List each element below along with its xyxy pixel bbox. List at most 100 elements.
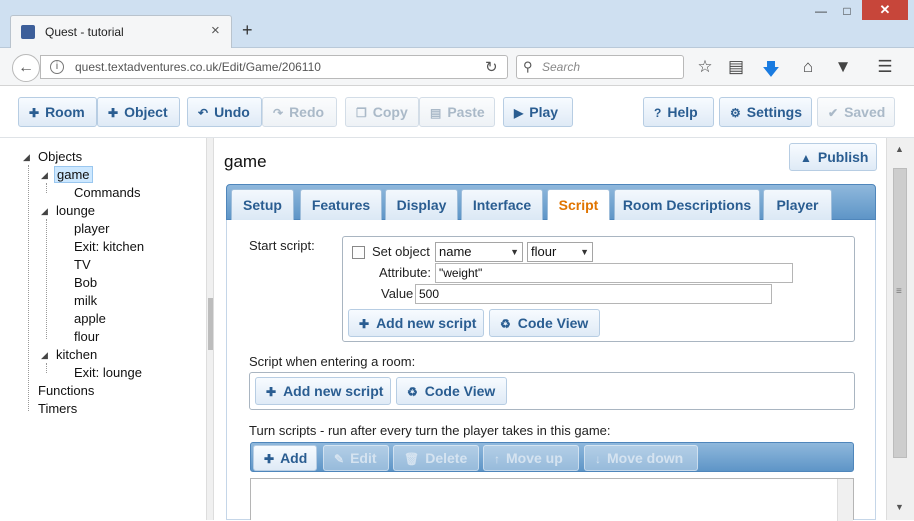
minimize-icon[interactable]: — (808, 2, 834, 20)
redo-icon: ↷ (273, 106, 284, 120)
tab-bar: Setup Features Display Interface Script … (226, 184, 876, 221)
url-bar[interactable]: i quest.textadventures.co.uk/Edit/Game/2… (40, 55, 508, 79)
tree-item-kitchen[interactable]: kitchen (56, 347, 97, 362)
tree-item-exit-lounge[interactable]: Exit: lounge (74, 365, 142, 380)
settings-button[interactable]: ⚙ Settings (719, 97, 812, 127)
tree-item-game[interactable]: game (54, 166, 93, 183)
search-input[interactable]: ⚲ Search (516, 55, 684, 79)
object-attribute-select[interactable]: name ▼ (435, 242, 523, 262)
turn-scripts-list[interactable] (250, 478, 854, 521)
turn-edit-button[interactable]: ✎ Edit (323, 445, 389, 471)
tab-room-descriptions[interactable]: Room Descriptions (614, 189, 760, 220)
help-icon: ? (654, 106, 662, 120)
saved-button[interactable]: ✔ Saved (817, 97, 895, 127)
value-field[interactable]: 500 (415, 284, 772, 304)
paste-button[interactable]: ▤ Paste (419, 97, 495, 127)
code-view-label: Code View (517, 315, 589, 331)
publish-button[interactable]: ▲ Publish (789, 143, 877, 171)
collapse-icon[interactable]: ◢ (41, 206, 48, 217)
tab-display[interactable]: Display (385, 189, 458, 220)
download-icon[interactable]: 🡇 (760, 57, 782, 86)
turn-add-button[interactable]: ✚ Add (253, 445, 317, 471)
home-icon[interactable]: ⌂ (797, 57, 819, 77)
pencil-icon: ✎ (334, 452, 345, 466)
tree-item-tv[interactable]: TV (74, 257, 91, 272)
search-icon: ⚲ (523, 59, 533, 74)
bookmark-star-icon[interactable]: ☆ (694, 57, 716, 77)
plus-icon: ✚ (266, 385, 277, 399)
tree-item-objects[interactable]: Objects (38, 149, 82, 164)
page-scrollbar[interactable]: ▲ ≡ ▼ (886, 138, 914, 520)
tree-item-functions[interactable]: Functions (38, 383, 94, 398)
info-icon[interactable]: i (50, 60, 64, 74)
undo-button[interactable]: ↶ Undo (187, 97, 262, 127)
scroll-up-icon[interactable]: ▲ (895, 144, 904, 154)
menu-icon[interactable]: ☰ (874, 57, 896, 77)
tab-title: Quest - tutorial (45, 25, 124, 39)
reload-icon[interactable]: ↻ (485, 58, 498, 76)
tree-item-apple[interactable]: apple (74, 311, 106, 326)
tab-script[interactable]: Script (547, 189, 610, 221)
play-icon: ▶ (514, 106, 524, 120)
add-object-button[interactable]: ✚ Object (97, 97, 180, 127)
tree-item-player[interactable]: player (74, 221, 109, 236)
turn-move-up-button[interactable]: ↑ Move up (483, 445, 579, 471)
plus-icon: ✚ (108, 106, 119, 120)
tab-interface[interactable]: Interface (461, 189, 543, 220)
tree-item-lounge[interactable]: lounge (56, 203, 95, 218)
collapse-icon[interactable]: ◢ (23, 152, 30, 163)
turn-scripts-label: Turn scripts - run after every turn the … (249, 423, 611, 438)
tab-player[interactable]: Player (763, 189, 832, 220)
new-tab-icon[interactable]: + (242, 20, 253, 41)
copy-button[interactable]: ❐ Copy (345, 97, 419, 127)
trash-icon: 🗑 (404, 452, 420, 466)
window-close-icon[interactable]: ✕ (862, 0, 908, 20)
set-object-checkbox[interactable] (352, 246, 365, 259)
collapse-icon[interactable]: ◢ (41, 350, 48, 361)
tree-item-bob[interactable]: Bob (74, 275, 97, 290)
plus-icon: ✚ (264, 452, 275, 466)
tab-setup[interactable]: Setup (231, 189, 294, 220)
add-room-button[interactable]: ✚ Room (18, 97, 97, 127)
tree-item-flour[interactable]: flour (74, 329, 99, 344)
tree-item-timers[interactable]: Timers (38, 401, 77, 416)
add-new-script-button[interactable]: ✚ Add new script (348, 309, 484, 337)
chevron-down-icon: ▼ (580, 247, 589, 257)
help-button[interactable]: ? Help (643, 97, 714, 127)
object-attribute-select-value: name (439, 244, 472, 259)
collapse-icon[interactable]: ◢ (41, 170, 48, 181)
tree-item-exit-kitchen[interactable]: Exit: kitchen (74, 239, 144, 254)
tree-guide (28, 165, 29, 411)
redo-button[interactable]: ↷ Redo (262, 97, 337, 127)
add-new-script-label: Add new script (283, 383, 384, 399)
add-new-script-button[interactable]: ✚ Add new script (255, 377, 391, 405)
chevron-down-icon: ▼ (510, 247, 519, 257)
copy-icon: ❐ (356, 106, 367, 120)
paste-icon: ▤ (430, 106, 442, 120)
splitter-handle[interactable] (208, 298, 213, 350)
tab-features[interactable]: Features (300, 189, 382, 220)
scrollbar-thumb[interactable] (893, 168, 907, 458)
turn-delete-button[interactable]: 🗑 Delete (393, 445, 479, 471)
maximize-icon[interactable]: □ (834, 2, 860, 20)
tab-close-icon[interactable]: × (211, 22, 220, 39)
pocket-icon[interactable]: ▼ (832, 57, 854, 77)
url-text[interactable]: quest.textadventures.co.uk/Edit/Game/206… (75, 60, 321, 74)
turn-move-down-label: Move down (607, 450, 684, 466)
tree-item-commands[interactable]: Commands (74, 185, 140, 200)
back-icon[interactable]: ← (12, 54, 40, 82)
tree-item-milk[interactable]: milk (74, 293, 97, 308)
list-scrollbar[interactable] (837, 479, 853, 521)
attribute-field[interactable]: "weight" (435, 263, 793, 283)
code-view-button[interactable]: ♻ Code View (396, 377, 507, 405)
reading-list-icon[interactable]: ▤ (725, 57, 747, 77)
scroll-down-icon[interactable]: ▼ (895, 502, 904, 512)
code-view-button[interactable]: ♻ Code View (489, 309, 600, 337)
object-name-select[interactable]: flour ▼ (527, 242, 593, 262)
play-button[interactable]: ▶ Play (503, 97, 573, 127)
pane-splitter[interactable] (206, 138, 214, 520)
script-tab-content: Start script: Set object name ▼ flour ▼ At… (226, 220, 876, 520)
turn-move-down-button[interactable]: ↓ Move down (584, 445, 698, 471)
browser-tab[interactable]: Quest - tutorial × (10, 15, 232, 48)
upload-icon: ▲ (800, 151, 812, 165)
